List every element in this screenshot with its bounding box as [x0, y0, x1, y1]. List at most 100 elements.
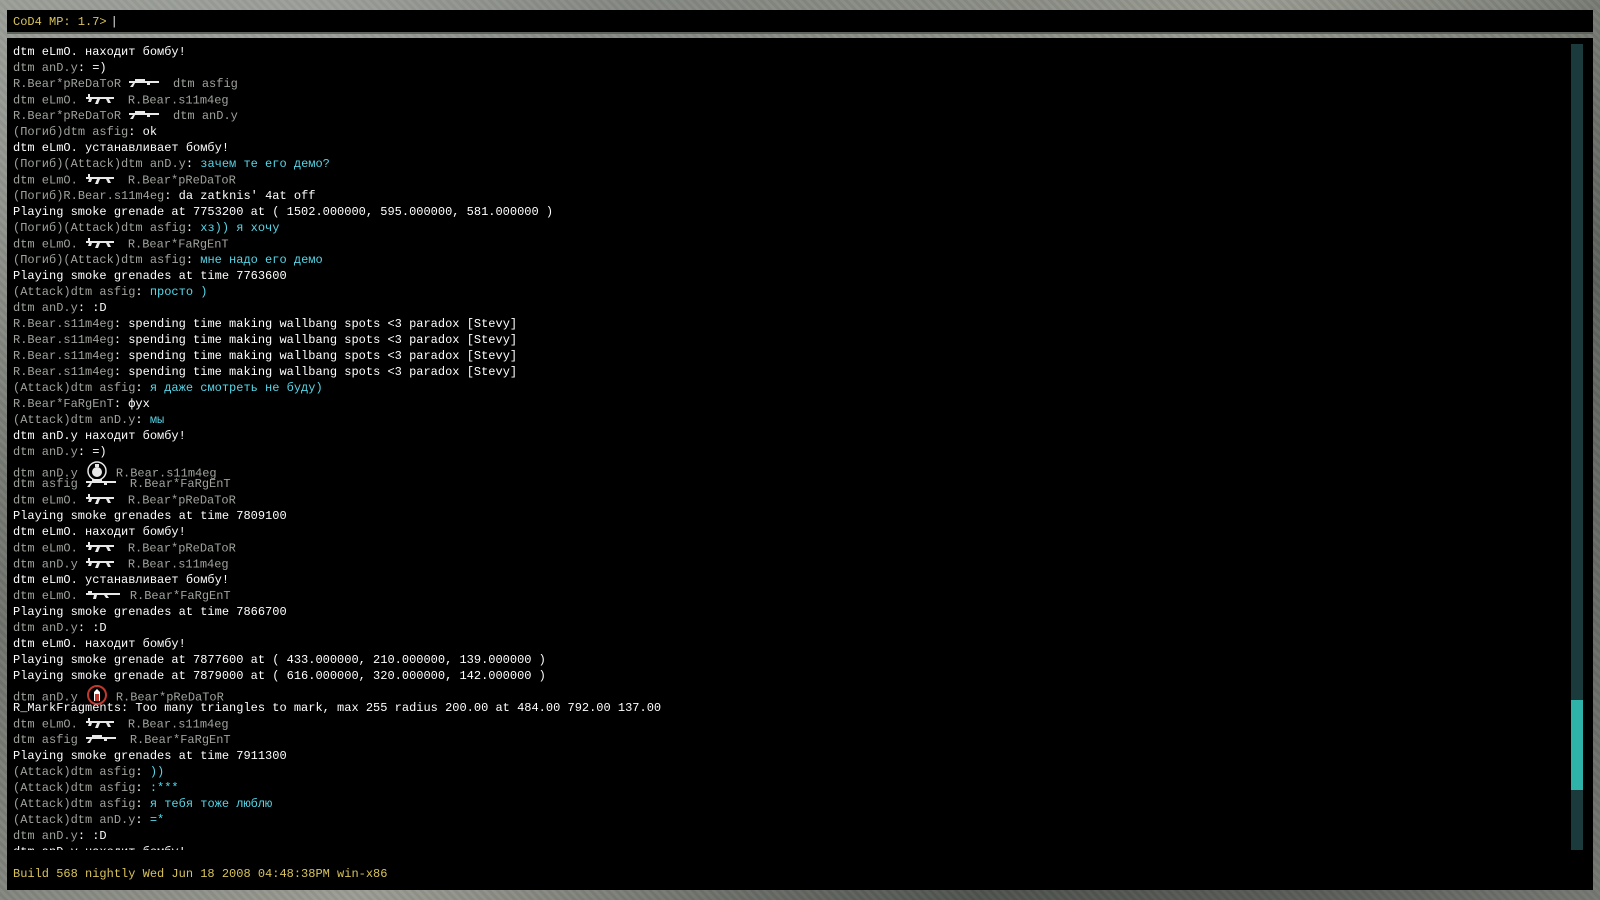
- chat-message-line: dtm anD.y: =): [13, 444, 1563, 460]
- chat-text: =): [92, 61, 107, 75]
- player-name: dtm anD.y: [13, 829, 78, 843]
- killer-name: R.Bear*pReDaToR: [13, 109, 122, 124]
- victim-name: R.Bear.s11m4eg: [127, 93, 229, 108]
- chat-text: spending time making wallbang spots <3 p…: [128, 365, 518, 379]
- chat-prefix: (Attack): [13, 413, 71, 427]
- chat-message-line: dtm anD.y: =): [13, 60, 1563, 76]
- chat-text: :***: [149, 781, 179, 795]
- sniper-rifle-icon: [85, 476, 122, 492]
- sniper-rifle-icon: [129, 108, 165, 124]
- victim-name: R.Bear*FaRgEnT: [129, 589, 231, 604]
- chat-message-line: (Attack)dtm asfig: просто ): [13, 284, 1563, 300]
- victim-name: dtm asfig: [173, 77, 238, 92]
- chat-separator: :: [77, 445, 93, 459]
- chat-prefix: (Погиб)(Attack): [13, 221, 122, 235]
- chat-message-line: R.Bear.s11m4eg: spending time making wal…: [13, 316, 1563, 332]
- chat-text: просто ): [149, 285, 208, 299]
- chat-separator: :: [77, 301, 93, 315]
- killer-name: dtm eLmO.: [13, 541, 78, 556]
- victim-name: R.Bear.s11m4eg: [127, 717, 229, 732]
- victim-name: R.Bear.s11m4eg: [127, 557, 229, 572]
- ak47-icon: [85, 540, 120, 557]
- system-message-line: Playing smoke grenade at 7877600 at ( 43…: [13, 653, 546, 667]
- chat-prefix: (Погиб): [13, 125, 64, 139]
- player-name: dtm anD.y: [13, 621, 78, 635]
- chat-prefix: (Attack): [13, 381, 71, 395]
- chat-prefix: (Attack): [13, 765, 71, 779]
- killer-name: dtm eLmO.: [13, 173, 78, 188]
- sniper-rifle-icon: [129, 76, 165, 92]
- chat-prefix: (Attack): [13, 797, 71, 811]
- kill-feed-line: dtm eLmO. R.Bear.s11m4eg: [13, 716, 1563, 732]
- player-name: dtm asfig: [121, 221, 186, 235]
- chat-message-line: R.Bear.s11m4eg: spending time making wal…: [13, 332, 1563, 348]
- chat-separator: :: [135, 381, 150, 395]
- system-message-line: Playing smoke grenades at time 7866700: [13, 605, 287, 619]
- system-message-line: Playing smoke grenades at time 7911300: [13, 749, 287, 763]
- system-message-line: Playing smoke grenade at 7879000 at ( 61…: [13, 669, 546, 683]
- chat-separator: :: [135, 781, 150, 795]
- sniper-rifle-icon: [85, 732, 122, 748]
- killer-name: dtm eLmO.: [13, 493, 78, 508]
- scrollbar-thumb[interactable]: [1571, 700, 1583, 790]
- chat-separator: :: [113, 333, 129, 347]
- system-message-line: Playing smoke grenades at time 7763600: [13, 269, 287, 283]
- chat-text: )): [149, 765, 165, 779]
- chat-separator: :: [113, 365, 129, 379]
- chat-prefix: (Attack): [13, 781, 71, 795]
- text-cursor: |: [110, 15, 118, 29]
- chat-separator: :: [135, 813, 150, 827]
- chat-message-line: (Attack)dtm asfig: )): [13, 764, 1563, 780]
- console-prompt-label: CoD4 MP: 1.7>: [13, 15, 107, 29]
- chat-separator: :: [77, 61, 93, 75]
- player-name: dtm anD.y: [13, 445, 78, 459]
- chat-message-line: (Attack)dtm asfig: :***: [13, 780, 1563, 796]
- player-name: R.Bear.s11m4eg: [13, 333, 114, 347]
- chat-message-line: dtm anD.y: :D: [13, 828, 1563, 844]
- chat-text: =): [92, 445, 107, 459]
- chat-prefix: (Погиб): [13, 189, 64, 203]
- system-message-line: R_MarkFragments: Too many triangles to m…: [13, 701, 662, 715]
- kill-feed-line: dtm eLmO. R.Bear*pReDaToR: [13, 540, 1563, 556]
- victim-name: R.Bear*FaRgEnT: [127, 237, 229, 252]
- chat-text: мне надо его демо: [200, 253, 323, 267]
- chat-message-line: dtm anD.y: :D: [13, 300, 1563, 316]
- player-name: dtm asfig: [70, 285, 136, 299]
- chat-separator: :: [135, 413, 150, 427]
- chat-message-line: (Attack)dtm anD.y: =*: [13, 812, 1563, 828]
- system-message-line: dtm eLmO. находит бомбу!: [13, 45, 186, 59]
- chat-separator: :: [113, 397, 129, 411]
- build-info: Build 568 nightly Wed Jun 18 2008 04:48:…: [13, 867, 388, 881]
- chat-separator: :: [185, 221, 201, 235]
- killer-name: dtm eLmO.: [13, 237, 78, 252]
- console-input-bar[interactable]: CoD4 MP: 1.7> |: [7, 10, 1593, 34]
- victim-name: R.Bear*pReDaToR: [127, 173, 236, 188]
- chat-text: фух: [128, 397, 150, 411]
- kill-feed-line: dtm eLmO. R.Bear.s11m4eg: [13, 92, 1563, 108]
- system-message-line: dtm anD.y находит бомбу!: [13, 844, 1563, 850]
- killer-name: dtm eLmO.: [13, 717, 78, 732]
- chat-text: ok: [142, 125, 158, 139]
- chat-text: я даже смотреть не буду): [149, 381, 323, 395]
- system-message-line: dtm eLmO. устанавливает бомбу!: [13, 141, 230, 155]
- chat-message-line: (Погиб)R.Bear.s11m4eg: da zatknis' 4at o…: [13, 188, 1563, 204]
- killer-name: dtm eLmO.: [13, 589, 78, 604]
- chat-text: мы: [149, 413, 165, 427]
- killer-name: dtm asfig: [13, 733, 78, 748]
- kill-feed-line: dtm asfig R.Bear*FaRgEnT: [13, 732, 1563, 748]
- chat-message-line: (Attack)dtm asfig: я даже смотреть не бу…: [13, 380, 1563, 396]
- chat-text: я тебя тоже люблю: [149, 797, 273, 811]
- chat-prefix: (Погиб)(Attack): [13, 253, 122, 267]
- chat-prefix: (Attack): [13, 813, 71, 827]
- system-message-line: dtm eLmO. находит бомбу!: [13, 637, 186, 651]
- kill-feed-line: R.Bear*pReDaToR dtm anD.y: [13, 108, 1563, 124]
- ak47-icon: [85, 92, 120, 109]
- console-scrollbar[interactable]: [1571, 44, 1583, 850]
- ak47-icon: [85, 236, 120, 253]
- chat-separator: :: [113, 349, 129, 363]
- chat-prefix: (Attack): [13, 285, 71, 299]
- chat-separator: :: [135, 765, 150, 779]
- system-message-line: dtm eLmO. находит бомбу!: [13, 525, 186, 539]
- chat-message-line: (Attack)dtm asfig: я тебя тоже люблю: [13, 796, 1563, 812]
- kill-feed-line: R.Bear*pReDaToR dtm asfig: [13, 76, 1563, 92]
